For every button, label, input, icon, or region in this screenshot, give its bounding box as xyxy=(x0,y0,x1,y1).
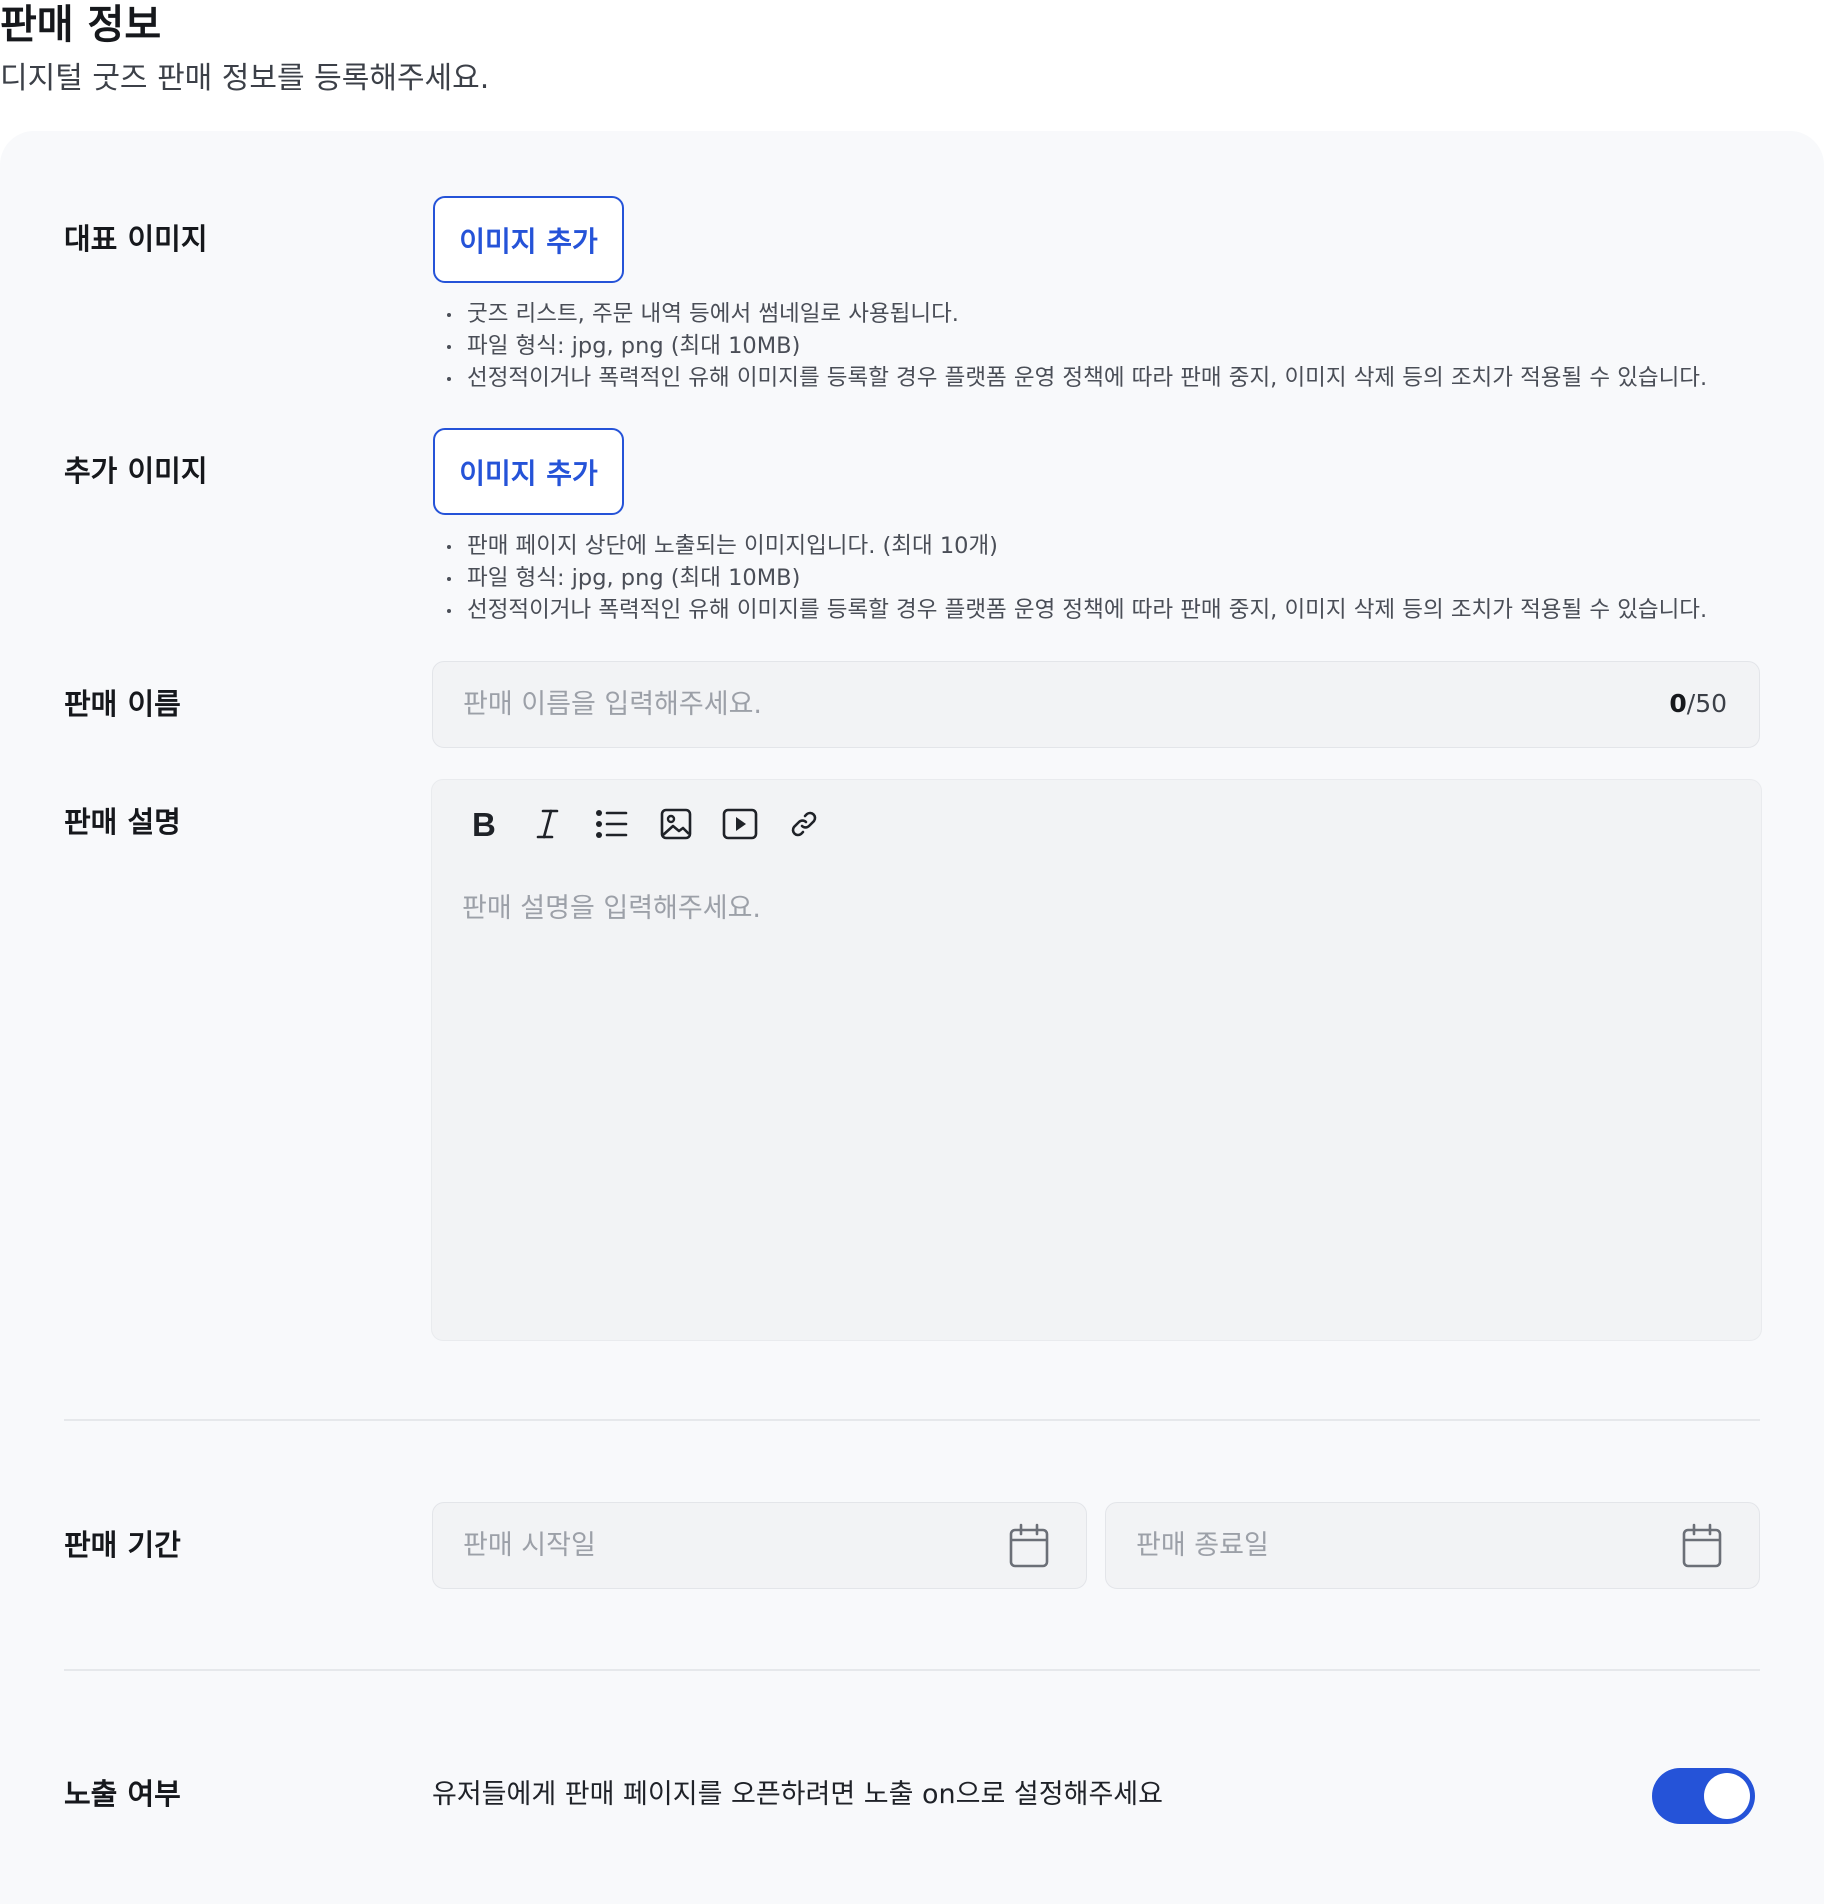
calendar-icon[interactable] xyxy=(1681,1523,1723,1569)
page-subtitle: 디지털 굿즈 판매 정보를 등록해주세요. xyxy=(0,61,490,96)
bold-icon[interactable]: B xyxy=(462,802,506,846)
add-main-image-button[interactable]: 이미지 추가 xyxy=(433,196,624,283)
sale-name-label: 판매 이름 xyxy=(64,687,181,721)
italic-icon[interactable] xyxy=(526,802,570,846)
add-extra-image-button[interactable]: 이미지 추가 xyxy=(433,428,624,515)
exposure-description: 유저들에게 판매 페이지를 오픈하려면 노출 on으로 설정해주세요 xyxy=(432,1779,1163,1810)
main-image-notes: 굿즈 리스트, 주문 내역 등에서 썸네일로 사용됩니다. 파일 형식: jpg… xyxy=(445,298,1707,394)
page-title: 판매 정보 xyxy=(0,2,162,48)
sale-start-date-placeholder: 판매 시작일 xyxy=(463,1530,596,1561)
exposure-toggle[interactable] xyxy=(1652,1768,1755,1824)
calendar-icon[interactable] xyxy=(1008,1523,1050,1569)
sale-description-label: 판매 설명 xyxy=(64,805,181,839)
sale-name-field[interactable]: 0/50 xyxy=(432,661,1760,748)
image-icon[interactable] xyxy=(654,802,698,846)
character-max: /50 xyxy=(1686,689,1727,718)
main-image-note: 굿즈 리스트, 주문 내역 등에서 썸네일로 사용됩니다. xyxy=(445,298,1707,330)
sale-description-textarea[interactable]: 판매 설명을 입력해주세요. xyxy=(462,890,1722,1310)
sale-description-editor[interactable]: B 판매 설명을 입력해주세요. xyxy=(431,779,1762,1341)
extra-image-note: 판매 페이지 상단에 노출되는 이미지입니다. (최대 10개) xyxy=(445,530,1707,562)
extra-image-note: 파일 형식: jpg, png (최대 10MB) xyxy=(445,562,1707,594)
main-image-label: 대표 이미지 xyxy=(64,222,208,256)
section-divider xyxy=(64,1419,1760,1421)
character-counter: 0/50 xyxy=(1669,686,1727,722)
extra-image-note: 선정적이거나 폭력적인 유해 이미지를 등록할 경우 플랫폼 운영 정책에 따라… xyxy=(445,594,1707,626)
sale-end-date-placeholder: 판매 종료일 xyxy=(1136,1530,1269,1561)
toggle-knob xyxy=(1704,1773,1750,1819)
bulleted-list-icon[interactable] xyxy=(590,802,634,846)
video-icon[interactable] xyxy=(718,802,762,846)
character-count: 0 xyxy=(1669,689,1687,718)
exposure-label: 노출 여부 xyxy=(64,1777,181,1811)
sale-name-input[interactable] xyxy=(463,662,1613,746)
section-divider xyxy=(64,1669,1760,1671)
main-image-note: 선정적이거나 폭력적인 유해 이미지를 등록할 경우 플랫폼 운영 정책에 따라… xyxy=(445,362,1707,394)
sale-period-label: 판매 기간 xyxy=(64,1528,181,1562)
svg-text:B: B xyxy=(472,807,496,841)
extra-image-notes: 판매 페이지 상단에 노출되는 이미지입니다. (최대 10개) 파일 형식: … xyxy=(445,530,1707,626)
main-image-note: 파일 형식: jpg, png (최대 10MB) xyxy=(445,330,1707,362)
link-icon[interactable] xyxy=(782,802,826,846)
sale-start-date-field[interactable]: 판매 시작일 xyxy=(432,1502,1087,1589)
sale-end-date-field[interactable]: 판매 종료일 xyxy=(1105,1502,1760,1589)
extra-image-label: 추가 이미지 xyxy=(64,454,208,488)
